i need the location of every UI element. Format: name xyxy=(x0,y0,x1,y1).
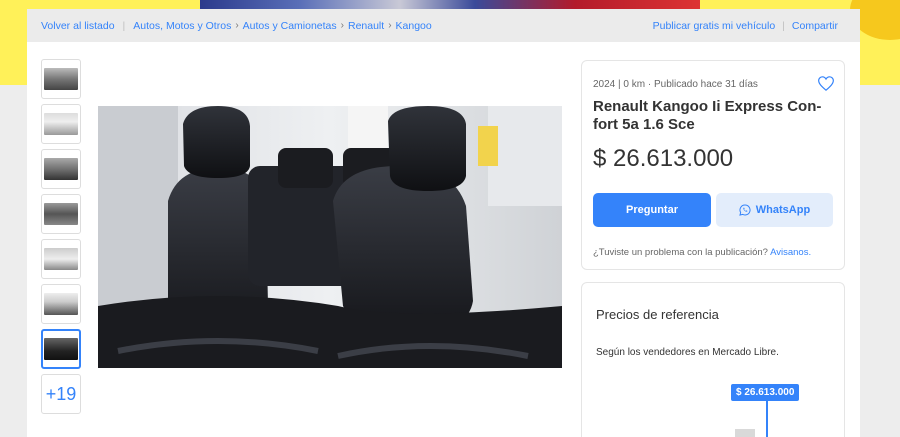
reference-prices-title: Precios de referencia xyxy=(596,307,719,322)
thumbnail-image xyxy=(44,293,78,315)
breadcrumb-links: Volver al listado | Autos, Motos y Otros… xyxy=(41,20,432,32)
thumbnail[interactable] xyxy=(41,239,81,279)
product-info-card: 2024 | 0 km · Publicado hace 31 días Ren… xyxy=(581,60,845,270)
report-problem-link[interactable]: Avisanos. xyxy=(770,247,811,258)
thumbnail-image xyxy=(44,248,78,270)
back-to-list-link[interactable]: Volver al listado xyxy=(41,20,115,32)
breadcrumb: Volver al listado | Autos, Motos y Otros… xyxy=(27,9,860,42)
whatsapp-icon xyxy=(739,204,751,216)
main-photo[interactable] xyxy=(98,106,562,368)
thumbnail-image xyxy=(44,158,78,180)
reference-price-bar xyxy=(735,429,755,437)
seats-photo-image xyxy=(98,106,562,368)
reference-price-marker xyxy=(766,401,768,437)
thumbnail[interactable] xyxy=(41,284,81,324)
whatsapp-button[interactable]: WhatsApp xyxy=(716,193,833,227)
whatsapp-button-label: WhatsApp xyxy=(755,204,811,216)
breadcrumb-item-category[interactable]: Autos, Motos y Otros xyxy=(133,20,231,32)
thumbnail-image xyxy=(44,113,78,135)
thumbnail-image xyxy=(44,68,78,90)
reference-price-badge: $ 26.613.000 xyxy=(731,384,800,401)
listing-price: $ 26.613.000 xyxy=(593,145,734,172)
publish-vehicle-link[interactable]: Publicar gratis mi vehículo xyxy=(653,20,776,32)
thumbnail[interactable] xyxy=(41,149,81,189)
breadcrumb-item-model[interactable]: Kangoo xyxy=(396,20,432,32)
breadcrumb-item-subcategory[interactable]: Autos y Camionetas xyxy=(243,20,337,32)
thumbnail-image xyxy=(44,338,78,360)
listing-subtitle: 2024 | 0 km · Publicado hace 31 días xyxy=(593,79,758,90)
breadcrumb-item-brand[interactable]: Renault xyxy=(348,20,384,32)
listing-card: Volver al listado | Autos, Motos y Otros… xyxy=(27,9,860,437)
thumbnail-image xyxy=(44,203,78,225)
chevron-right-icon: › xyxy=(340,20,344,31)
thumbnail-list: +19 xyxy=(41,59,81,419)
link-divider: | xyxy=(782,19,785,32)
thumbnail[interactable] xyxy=(41,104,81,144)
breadcrumb-divider: | xyxy=(122,19,126,32)
thumbnail-selected[interactable] xyxy=(41,329,81,369)
reference-prices-subtitle: Según los vendedores en Mercado Libre. xyxy=(596,347,779,358)
more-photos-button[interactable]: +19 xyxy=(41,374,81,414)
report-problem-text: ¿Tuviste un problema con la publicación?… xyxy=(593,247,811,258)
chevron-right-icon: › xyxy=(235,20,239,31)
chevron-right-icon: › xyxy=(388,20,392,31)
favorite-heart-icon[interactable] xyxy=(818,76,834,96)
reference-prices-card: Precios de referencia Según los vendedor… xyxy=(581,282,845,437)
ask-question-button[interactable]: Preguntar xyxy=(593,193,711,227)
header-actions: Publicar gratis mi vehículo | Compartir xyxy=(653,20,838,32)
listing-title: Renault Kangoo Ii Express Con-fort 5a 1.… xyxy=(593,98,822,133)
thumbnail[interactable] xyxy=(41,59,81,99)
share-link[interactable]: Compartir xyxy=(792,20,838,32)
ask-button-label: Preguntar xyxy=(626,204,678,216)
thumbnail[interactable] xyxy=(41,194,81,234)
report-problem-question: ¿Tuviste un problema con la publicación? xyxy=(593,247,768,258)
